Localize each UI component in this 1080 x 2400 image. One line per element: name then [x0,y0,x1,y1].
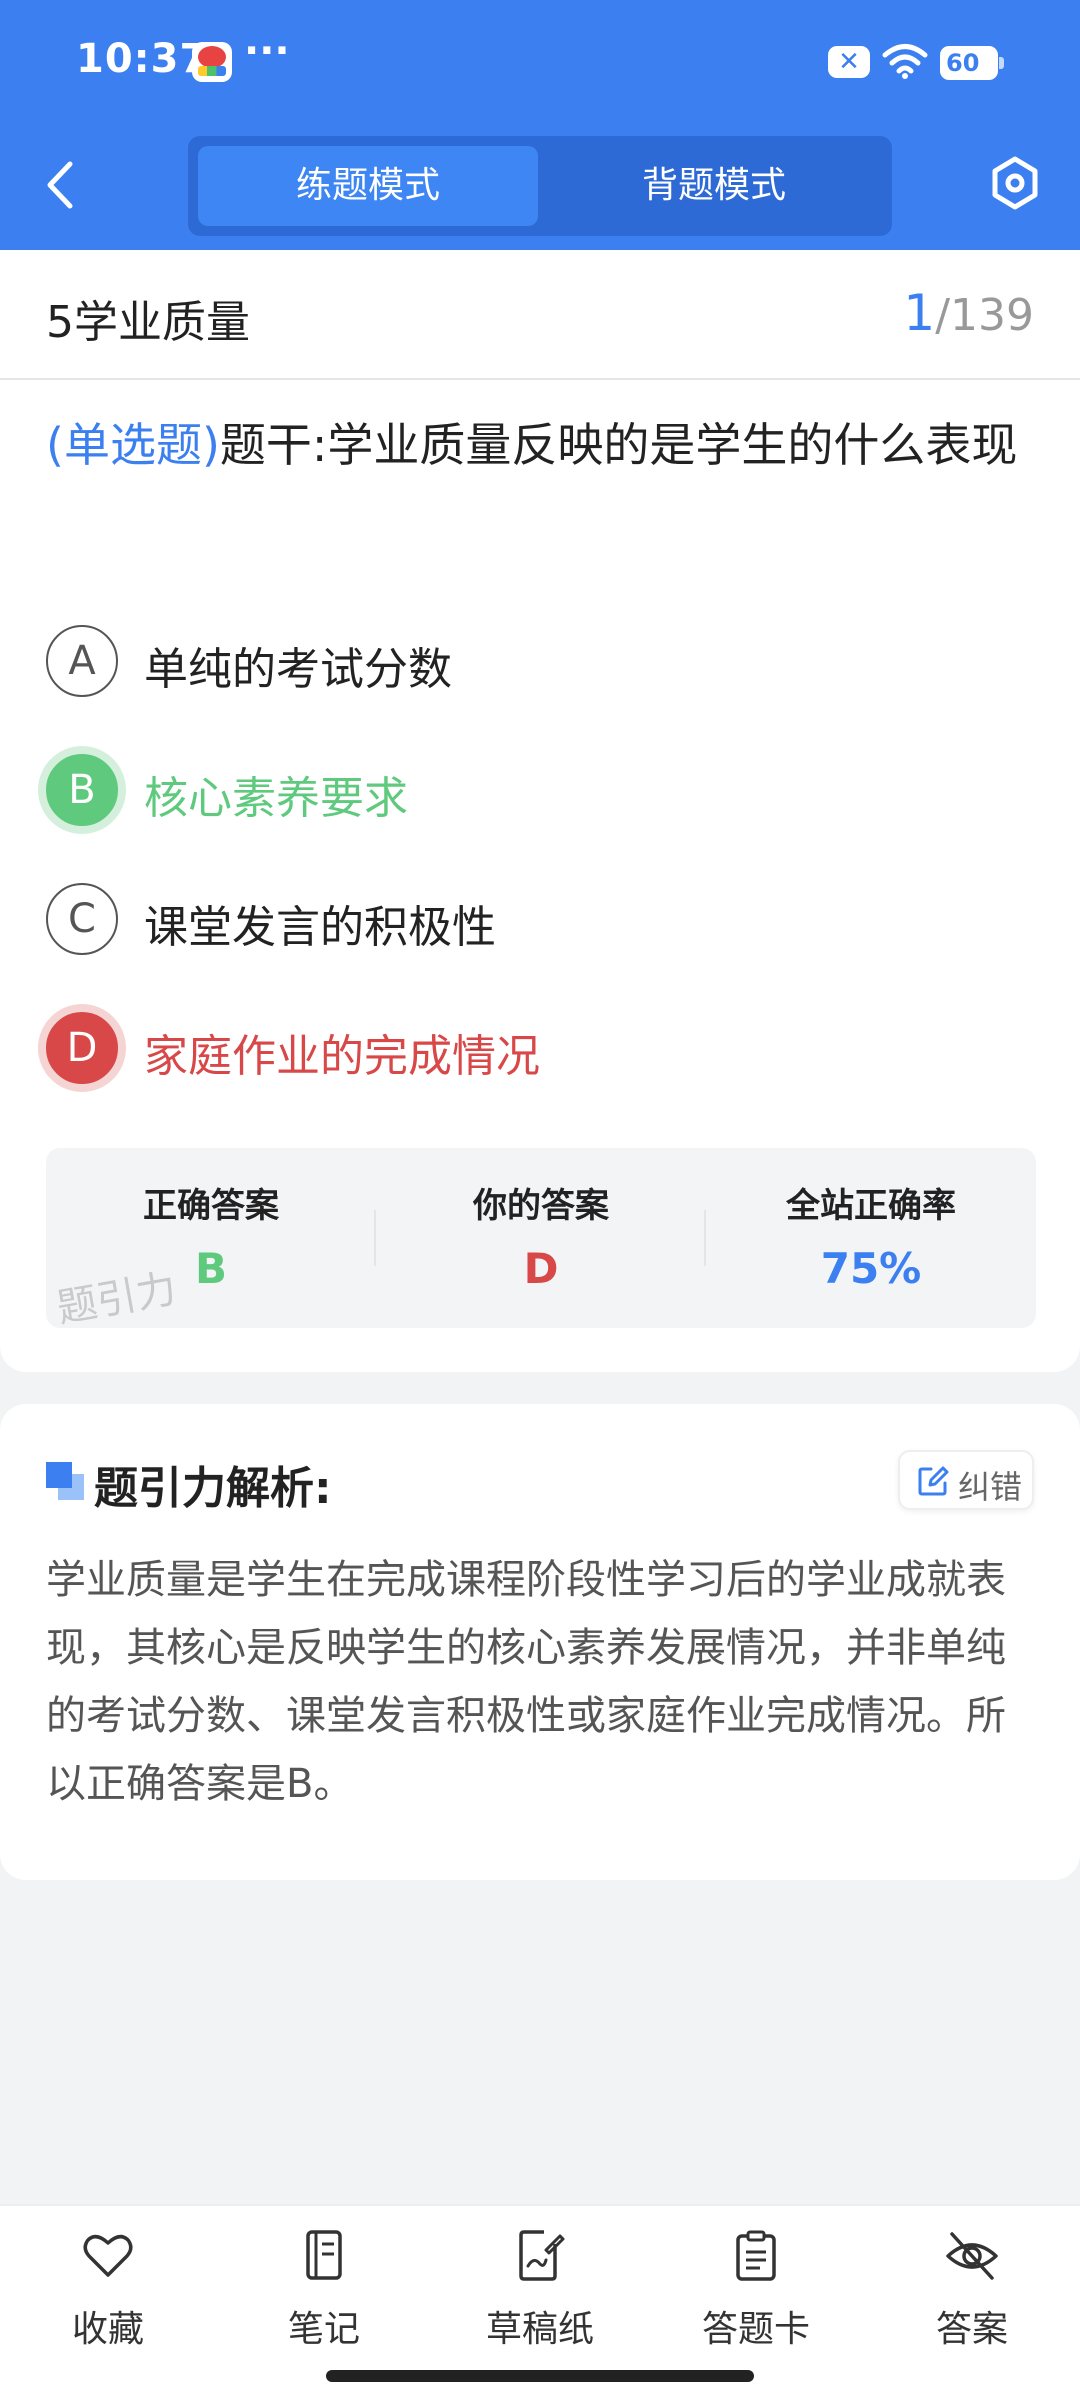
option-c[interactable]: C 课堂发言的积极性 [46,883,1006,963]
nav-label: 答案 [935,2309,1008,2350]
tab-memorize-mode[interactable]: 背题模式 [544,146,884,226]
no-sim-icon: ✕ [828,46,870,78]
total-count: /139 [935,290,1034,341]
option-text: 单纯的考试分数 [144,644,452,695]
nav-answer[interactable]: 答案 [864,2206,1080,2400]
option-letter: D [46,1012,118,1084]
accuracy-label: 全站正确率 [786,1186,956,1226]
settings-icon[interactable] [988,155,1042,211]
mode-switch: 练题模式 背题模式 [188,136,892,236]
option-letter: C [46,883,118,955]
analysis-title: 题引力解析: [94,1463,332,1514]
nav-favorite[interactable]: 收藏 [0,2206,216,2400]
option-text: 核心素养要求 [144,773,408,824]
correct-answer-label: 正确答案 [143,1186,279,1226]
app-notification-icon [192,42,232,82]
analysis-text: 学业质量是学生在完成课程阶段性学习后的学业成就表现，其核心是反映学生的核心素养发… [46,1557,1006,1807]
current-index: 1 [903,284,936,342]
home-indicator[interactable] [326,2370,754,2382]
battery-indicator: 60 [940,46,1004,80]
chapter-header: 5学业质量 1/139 [0,250,1080,380]
accuracy-value: 75% [820,1244,922,1293]
your-answer-label: 你的答案 [473,1186,609,1226]
option-text: 家庭作业的完成情况 [144,1031,540,1082]
wifi-icon [882,44,928,79]
draft-paper-icon [519,2230,565,2281]
accuracy-stat: 全站正确率 75% [706,1148,1036,1328]
answer-card-icon [736,2230,776,2281]
status-time: 10:37 [76,36,209,82]
your-answer-value: D [523,1244,559,1293]
option-letter: B [46,754,118,826]
option-text: 课堂发言的积极性 [144,902,496,953]
question-text: 题干:学业质量反映的是学生的什么表现 [219,418,1018,472]
chapter-title: 5学业质量 [46,297,250,348]
top-bar: 10:37 ··· ✕ 60 练题模式 背题模式 [0,0,1080,250]
your-answer-stat: 你的答案 D [376,1148,706,1328]
question-counter[interactable]: 1/139 [903,284,1034,342]
notebook-icon [306,2230,342,2280]
status-bar: 10:37 ··· ✕ 60 [0,0,1080,125]
answer-stats: 正确答案 B 你的答案 D 全站正确率 75% 题引力 [46,1148,1036,1328]
analysis-card: 题引力解析: 纠错 学业质量是学生在完成课程阶段性学习后的学业成就表现，其核心是… [0,1404,1080,1880]
back-chevron-icon[interactable] [40,158,86,212]
option-b[interactable]: B 核心素养要求 [46,754,1006,834]
nav-label: 笔记 [287,2309,360,2350]
nav-label: 草稿纸 [485,2309,594,2350]
report-error-label: 纠错 [958,1468,1023,1506]
question-stem: (单选题)题干:学业质量反映的是学生的什么表现 [46,402,1042,488]
tab-practice-mode[interactable]: 练题模式 [198,146,538,226]
more-notifications-icon: ··· [244,28,290,74]
eye-off-icon [946,2232,998,2280]
question-card: 5学业质量 1/139 (单选题)题干:学业质量反映的是学生的什么表现 A 单纯… [0,250,1080,1372]
option-a[interactable]: A 单纯的考试分数 [46,625,1006,705]
question-type: (单选题) [46,418,220,472]
analysis-icon [46,1462,84,1502]
edit-icon [918,1466,949,1496]
report-error-button[interactable]: 纠错 [898,1450,1034,1510]
nav-label: 答题卡 [701,2309,810,2350]
nav-label: 收藏 [71,2309,144,2350]
heart-icon [83,2234,133,2277]
option-d[interactable]: D 家庭作业的完成情况 [46,1012,1006,1092]
option-letter: A [46,625,118,697]
